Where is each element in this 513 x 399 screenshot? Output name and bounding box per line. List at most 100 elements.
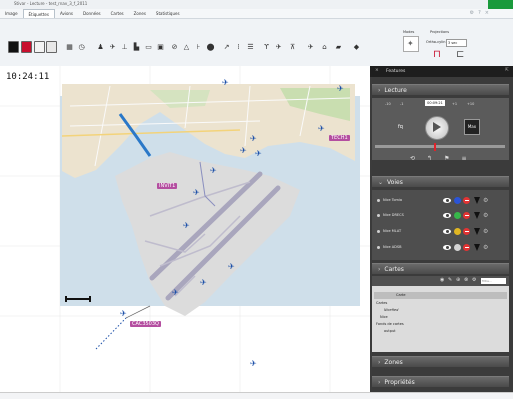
tab-zones[interactable]: Zones [129,9,151,18]
diamond-icon[interactable]: ◆ [352,42,361,51]
playback-progress[interactable] [375,145,505,148]
tower-plane-icon[interactable]: ✈ [274,42,283,51]
gear-icon[interactable]: ⚙ [483,228,488,235]
remove-icon[interactable] [463,243,470,251]
hangar-icon[interactable]: ⌂ [320,42,329,51]
voie-row[interactable]: Nice DRECS ⚙ [374,208,507,222]
section-cartes-header[interactable]: › Cartes [372,263,509,274]
remove-icon[interactable] [463,196,470,204]
eye-icon[interactable] [443,212,451,218]
measure-icon[interactable]: ↗ [222,42,231,51]
gear-icon[interactable]: ⚙ [483,197,488,204]
section-zones-header[interactable]: › Zones [372,356,509,367]
tower-icon[interactable]: ⊥ [120,42,129,51]
monitor-icon[interactable]: ▣ [156,42,165,51]
filter-icon[interactable] [474,243,480,251]
frequency-button[interactable]: fq [398,124,403,130]
section-voies-header[interactable]: ⌄ Voies [372,176,509,187]
frame-icon[interactable]: ▭ [144,42,153,51]
hash-icon[interactable]: ⁞ [234,42,243,51]
aircraft-icon[interactable]: ✈ [250,134,257,143]
layer-row[interactable]: Nice [380,315,388,319]
voie-color[interactable] [454,196,461,204]
signal-icon[interactable]: ⊦ [194,42,203,51]
voie-color[interactable] [454,227,461,235]
filter-icon[interactable] [474,196,480,204]
step-back-10[interactable]: -10 [385,102,391,106]
chart-icon[interactable]: ▙ [132,42,141,51]
tab-cartes[interactable]: Cartes [106,9,129,18]
voie-row[interactable]: Nice Tomia ⚙ [374,193,507,207]
grid-icon[interactable]: ▦ [65,42,74,51]
aircraft-icon[interactable]: ✈ [337,84,344,93]
aircraft-icon[interactable]: ✈ [172,288,179,297]
color-swatch-black[interactable] [8,41,19,53]
delete-icon[interactable]: ⊗ [464,277,468,283]
layer-row[interactable]: Fonds de cartes [376,322,404,326]
aircraft-icon[interactable]: ✈ [193,188,200,197]
tab-statistiques[interactable]: Statistiques [151,9,185,18]
max-speed-button[interactable]: Max [464,119,480,135]
tab-avions[interactable]: Avions [55,9,78,18]
lines-icon[interactable]: ☰ [246,42,255,51]
section-lecture-header[interactable]: › Lecture [372,84,509,95]
aircraft-icon[interactable]: ✈ [108,42,117,51]
remove-icon[interactable] [463,211,470,219]
section-proprietes-header[interactable]: › Propriétés [372,376,509,387]
step-fwd-10[interactable]: +10 [467,102,474,106]
projection-icon[interactable]: ⊓ [433,49,441,60]
voie-color[interactable] [454,243,461,251]
add-icon[interactable]: ⊕ [456,277,460,283]
flight-label-tech[interactable]: TECH1 [329,135,350,141]
eye-icon[interactable] [443,244,451,250]
close-icon[interactable]: × [485,10,489,16]
pin-icon[interactable]: ⬤ [206,42,215,51]
gear-icon[interactable]: ⚙ [483,212,488,219]
aircraft-icon[interactable]: ✈ [120,309,127,318]
color-swatch-white[interactable] [34,41,45,53]
voie-color[interactable] [454,211,461,219]
clock-icon[interactable]: ◷ [77,42,86,51]
detach-icon[interactable]: ⇱ [505,68,509,73]
playback-cursor[interactable] [434,143,436,151]
gear-icon[interactable]: ⚙ [472,277,476,283]
projection-select[interactable]: 3 sec [446,39,467,47]
layer-row[interactable]: Nicefied [384,308,398,312]
antenna-icon[interactable]: ϒ [262,42,271,51]
tab-etiquettes[interactable]: Étiquettes [22,9,55,18]
loop-icon[interactable]: ⟲ [410,155,415,162]
eye-icon[interactable]: ◉ [440,277,444,283]
pencil-icon[interactable]: ✎ [448,277,452,283]
step-fwd-1[interactable]: +1 [452,102,457,106]
time-field[interactable]: 00:09:21 [425,100,445,106]
airport-icon[interactable]: ✈ [306,42,315,51]
vehicle-icon[interactable]: ▰ [334,42,343,51]
aircraft-icon[interactable]: ✈ [318,124,325,133]
list-icon[interactable]: ≡ [461,155,466,162]
compass-icon[interactable]: ⊘ [170,42,179,51]
filter-icon[interactable] [474,211,480,219]
runway-icon[interactable]: ⊼ [288,42,297,51]
layer-row[interactable]: Cartes [376,301,387,305]
flight-label-invit[interactable]: INVIT1 [157,183,178,189]
flag-icon[interactable]: ⚑ [444,155,449,162]
layer-row[interactable]: output [384,329,396,333]
mode-button[interactable]: ✦ [403,36,419,52]
flight-label-caq[interactable]: CAC3503Q [130,321,161,327]
color-swatch-red[interactable] [21,41,32,53]
help-icon[interactable]: ? [478,10,481,16]
map-canvas[interactable]: ✈ ✈ ✈ ✈ ✈ ✈ ✈ ✈ ✈ ✈ ✈ ✈ ✈ ✈ TECH1 INVIT1… [0,66,370,398]
marker-icon[interactable]: ↰ [427,155,432,162]
tab-donnees[interactable]: Données [78,9,106,18]
tab-image[interactable]: Image [0,9,23,18]
person-icon[interactable]: ♟ [96,42,105,51]
eye-icon[interactable] [443,197,451,203]
aircraft-icon[interactable]: ✈ [228,262,235,271]
aircraft-icon[interactable]: ✈ [183,221,190,230]
aircraft-icon[interactable]: ✈ [255,149,262,158]
cartes-search-input[interactable]: filtre... [481,278,506,284]
aircraft-icon[interactable]: ✈ [210,166,217,175]
triangle-icon[interactable]: △ [182,42,191,51]
color-swatch-light[interactable] [46,41,57,53]
gear-icon[interactable]: ⚙ [470,10,474,16]
